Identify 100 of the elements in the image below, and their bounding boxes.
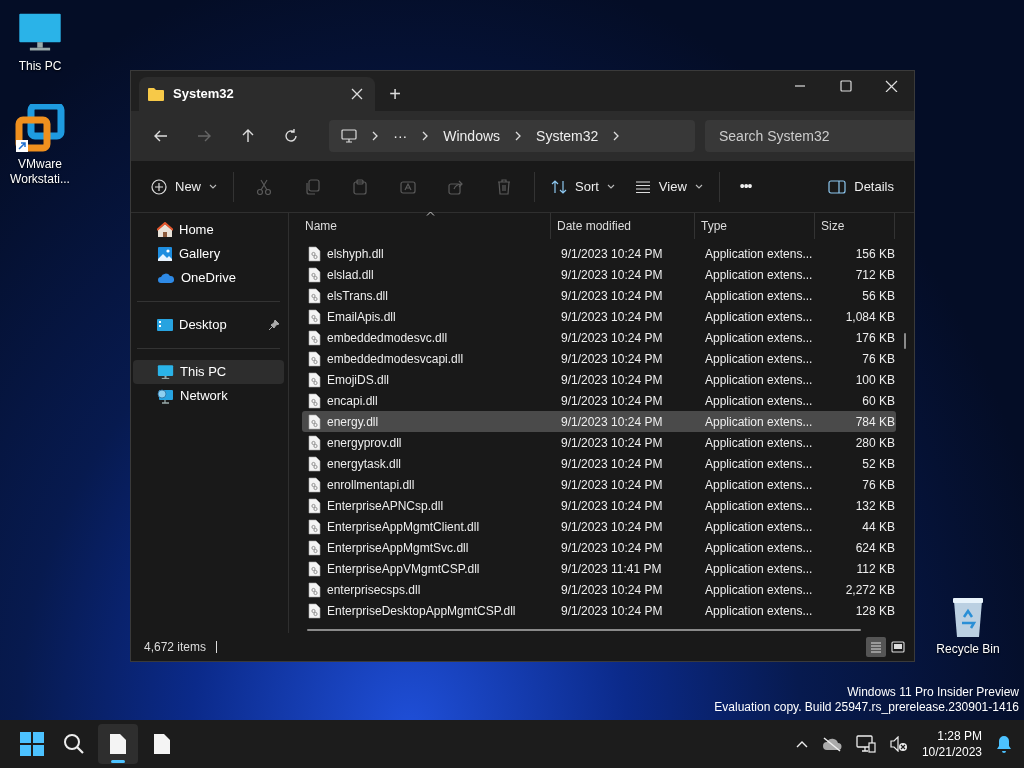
size-cell-text: 56 KB [861, 287, 895, 305]
date-cell-text: 9/1/2023 10:24 PM [561, 434, 664, 452]
file-row[interactable]: EmojiDS.dll 9/1/2023 10:24 PM Application extens... 100 KB [302, 369, 896, 390]
type-cell-text: Application extens... [705, 455, 814, 473]
dll-file-icon [308, 602, 321, 619]
folder-icon [147, 86, 165, 102]
chevron-up-icon [795, 740, 808, 748]
details-button[interactable]: Details [818, 168, 904, 205]
type-cell-text: Application extens... [705, 497, 814, 515]
breadcrumb-item[interactable]: System32 [536, 125, 599, 147]
file-row[interactable]: encapi.dll 9/1/2023 10:24 PM Application extens... 60 KB [302, 390, 896, 411]
desktop-icon-label[interactable]: This PC [18, 59, 62, 74]
type-cell-text: Application extens... [705, 602, 814, 620]
rename-icon [400, 178, 416, 195]
file-row[interactable]: energy.dll 9/1/2023 10:24 PM Application extens... 784 KB [302, 411, 896, 432]
type-cell-text: Application extens... [705, 434, 814, 452]
view-button[interactable]: View [624, 168, 713, 205]
dll-file-icon [308, 434, 321, 451]
bell-icon [996, 735, 1012, 753]
file-row[interactable]: embeddedmodesvc.dll 9/1/2023 10:24 PM Application extens... 176 KB [302, 327, 896, 348]
breadcrumb-item[interactable]: ··· [393, 125, 408, 147]
new-tab-button[interactable]: + [375, 77, 415, 111]
sort-button[interactable]: Sort [541, 168, 625, 205]
desktop-icon-label[interactable]: VMware Workstati... [2, 157, 78, 187]
sort-icon [551, 178, 567, 195]
sidebar-item[interactable]: OneDrive [133, 266, 284, 290]
dll-file-icon [308, 245, 321, 262]
size-cell-text: 624 KB [854, 539, 895, 557]
date-cell-text: 9/1/2023 10:24 PM [561, 350, 664, 368]
size-cell-text: 128 KB [854, 602, 895, 620]
file-name: EnterpriseAppVMgmtCSP.dll [327, 560, 480, 578]
sidebar-item[interactable]: Gallery [133, 242, 284, 266]
chevron-icon [371, 131, 380, 141]
folder-tab[interactable]: System32 [139, 77, 375, 111]
column-header[interactable]: Date modified [551, 213, 695, 239]
desktop-icon-label[interactable]: Recycle Bin [936, 642, 1000, 657]
monitor-icon [341, 129, 358, 143]
more-button[interactable]: ••• [725, 168, 766, 205]
taskbar-app-button[interactable] [98, 724, 138, 764]
sidebar-item[interactable]: This PC [133, 360, 284, 384]
size-cell-text: 60 KB [861, 392, 895, 410]
type-cell-text: Application extens... [705, 518, 814, 536]
cut-icon [256, 178, 272, 195]
search-icon [63, 733, 85, 755]
dll-file-icon [308, 560, 321, 577]
file-row[interactable]: EnterpriseDesktopAppMgmtCSP.dll 9/1/2023 10:24 PM Application extens... 128 KB [302, 600, 896, 621]
file-row[interactable]: elshyph.dll 9/1/2023 10:24 PM Application extens... 156 KB [302, 243, 896, 264]
network-monitor-icon [855, 735, 876, 753]
tiles-icon [890, 639, 906, 655]
clock-date[interactable]: 10/21/2023 [921, 744, 982, 760]
file-name: elsTrans.dll [327, 287, 388, 305]
file-row[interactable]: enterprisecsps.dll 9/1/2023 10:24 PM Application extens... 2,272 KB [302, 579, 896, 600]
desktop-icon [157, 318, 173, 332]
size-cell-text: 784 KB [854, 413, 895, 431]
size-cell-text: 76 KB [861, 476, 895, 494]
clock-time[interactable]: 1:28 PM [937, 728, 982, 744]
size-cell-text: 280 KB [854, 434, 895, 452]
breadcrumb-item[interactable]: Windows [443, 125, 501, 147]
file-row[interactable]: elslad.dll 9/1/2023 10:24 PM Application extens... 712 KB [302, 264, 896, 285]
list-icon [868, 639, 884, 655]
dll-file-icon [308, 413, 321, 430]
file-row[interactable]: energyprov.dll 9/1/2023 10:24 PM Application extens... 280 KB [302, 432, 896, 453]
file-row[interactable]: EnterpriseAPNCsp.dll 9/1/2023 10:24 PM Application extens... 132 KB [302, 495, 896, 516]
type-cell-text: Application extens... [705, 245, 814, 263]
date-cell-text: 9/1/2023 11:41 PM [561, 560, 663, 578]
column-header[interactable]: Name [289, 213, 551, 239]
date-cell-text: 9/1/2023 10:24 PM [561, 371, 664, 389]
column-header[interactable]: Type [695, 213, 815, 239]
network-icon [157, 387, 174, 405]
sidebar-item[interactable]: Desktop [133, 313, 284, 337]
file-row[interactable]: EnterpriseAppMgmtSvc.dll 9/1/2023 10:24 PM Application extens... 624 KB [302, 537, 896, 558]
document-icon [153, 733, 171, 755]
size-cell-text: 112 KB [855, 560, 895, 578]
file-row[interactable]: EnterpriseAppVMgmtCSP.dll 9/1/2023 11:41 PM Application extens... 112 KB [302, 558, 896, 579]
file-row[interactable]: enrollmentapi.dll 9/1/2023 10:24 PM Application extens... 76 KB [302, 474, 896, 495]
vertical-scrollbar[interactable] [904, 333, 906, 349]
file-name: enrollmentapi.dll [327, 476, 415, 494]
sidebar-item[interactable]: Network [133, 384, 284, 408]
size-cell-text: 44 KB [861, 518, 895, 536]
file-row[interactable]: EmailApis.dll 9/1/2023 10:24 PM Application extens... 1,084 KB [302, 306, 896, 327]
type-cell-text: Application extens... [705, 308, 814, 326]
size-cell-text: 100 KB [854, 371, 895, 389]
file-row[interactable]: elsTrans.dll 9/1/2023 10:24 PM Application extens... 56 KB [302, 285, 896, 306]
file-row[interactable]: embeddedmodesvcapi.dll 9/1/2023 10:24 PM Application extens... 76 KB [302, 348, 896, 369]
size-cell-text: 76 KB [861, 350, 895, 368]
file-name: elshyph.dll [327, 245, 384, 263]
search-field[interactable]: Search System32 [705, 120, 914, 152]
dll-file-icon [308, 518, 321, 535]
address-bar[interactable]: ··· Windows System32 [329, 120, 695, 152]
file-name: EnterpriseAPNCsp.dll [327, 497, 444, 515]
file-name: energytask.dll [327, 455, 402, 473]
horizontal-scrollbar[interactable] [307, 629, 861, 631]
cloud-icon [157, 272, 175, 284]
sidebar-item[interactable]: Home [133, 218, 284, 242]
column-header[interactable]: Size [815, 213, 895, 239]
file-row[interactable]: energytask.dll 9/1/2023 10:24 PM Application extens... 52 KB [302, 453, 896, 474]
share-icon [448, 178, 464, 195]
file-row[interactable]: EnterpriseAppMgmtClient.dll 9/1/2023 10:24 PM Application extens... 44 KB [302, 516, 896, 537]
new-button[interactable]: New [141, 168, 227, 205]
date-cell-text: 9/1/2023 10:24 PM [561, 245, 664, 263]
